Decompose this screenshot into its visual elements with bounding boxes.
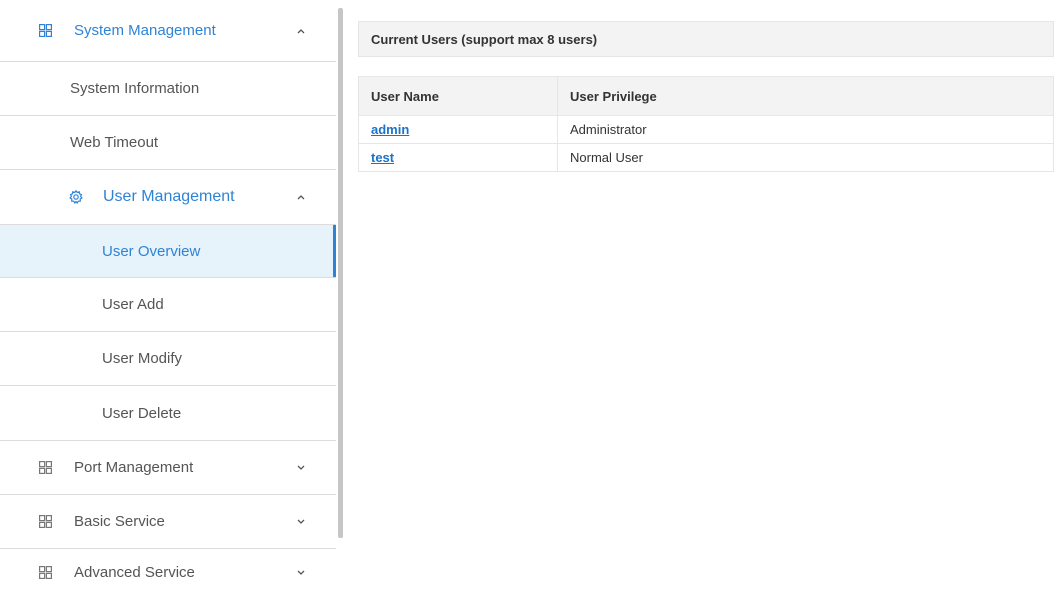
sidebar-item-user-management[interactable]: User Management [0,170,336,224]
column-header-user-name: User Name [358,76,558,116]
sidebar-item-system-management[interactable]: System Management [0,0,336,62]
sidebar-item-port-management[interactable]: Port Management [0,441,336,495]
sidebar-item-label: User Delete [102,404,182,422]
sidebar-item-label: Web Timeout [70,134,159,151]
chevron-up-icon[interactable] [296,192,306,202]
sidebar-item-label: User Management [103,188,235,205]
user-link-admin[interactable]: admin [371,122,409,137]
user-link-test[interactable]: test [371,150,394,165]
sidebar-item-web-timeout[interactable]: Web Timeout [0,116,336,170]
app: System Management System Information Web… [0,0,1054,596]
grid-icon [38,515,52,529]
chevron-down-icon[interactable] [296,568,306,578]
sidebar-item-user-overview[interactable]: User Overview [0,224,336,278]
sidebar-item-label: Port Management [74,459,194,476]
grid-icon [38,24,52,38]
sidebar-item-label: User Modify [102,350,183,367]
user-privilege-cell: Administrator [557,115,1054,144]
chevron-down-icon[interactable] [296,517,306,527]
sidebar-item-label: User Add [102,296,164,313]
gear-icon [69,190,83,204]
section-title: Current Users (support max 8 users) [358,21,1054,57]
sidebar-item-user-modify[interactable]: User Modify [0,332,336,386]
selection-indicator [333,225,336,277]
table-row: admin Administrator [358,115,1054,144]
grid-icon [38,566,52,580]
sidebar-item-label: Advanced Service [74,564,195,581]
table-row: test Normal User [358,143,1054,172]
sidebar-item-label: User Overview [102,242,201,260]
sidebar: System Management System Information Web… [0,0,336,596]
user-name-cell: test [358,143,558,172]
column-header-user-privilege: User Privilege [557,76,1054,116]
sidebar-item-label: System Management [74,22,216,39]
chevron-up-icon[interactable] [296,26,306,36]
sidebar-item-label: Basic Service [74,513,165,530]
chevron-down-icon[interactable] [296,463,306,473]
sidebar-item-label: System Information [70,80,200,97]
sidebar-item-system-information[interactable]: System Information [0,62,336,116]
user-name-cell: admin [358,115,558,144]
sidebar-item-user-delete[interactable]: User Delete [0,386,336,441]
table-header-row: User Name User Privilege [358,76,1054,116]
user-privilege-cell: Normal User [557,143,1054,172]
sidebar-item-advanced-service[interactable]: Advanced Service [0,549,336,596]
main-content: Current Users (support max 8 users) User… [358,0,1054,596]
sidebar-item-basic-service[interactable]: Basic Service [0,495,336,549]
sidebar-scrollbar[interactable] [338,8,343,538]
sidebar-item-user-add[interactable]: User Add [0,278,336,332]
users-table: User Name User Privilege admin Administr… [358,76,1054,172]
grid-icon [38,461,52,475]
